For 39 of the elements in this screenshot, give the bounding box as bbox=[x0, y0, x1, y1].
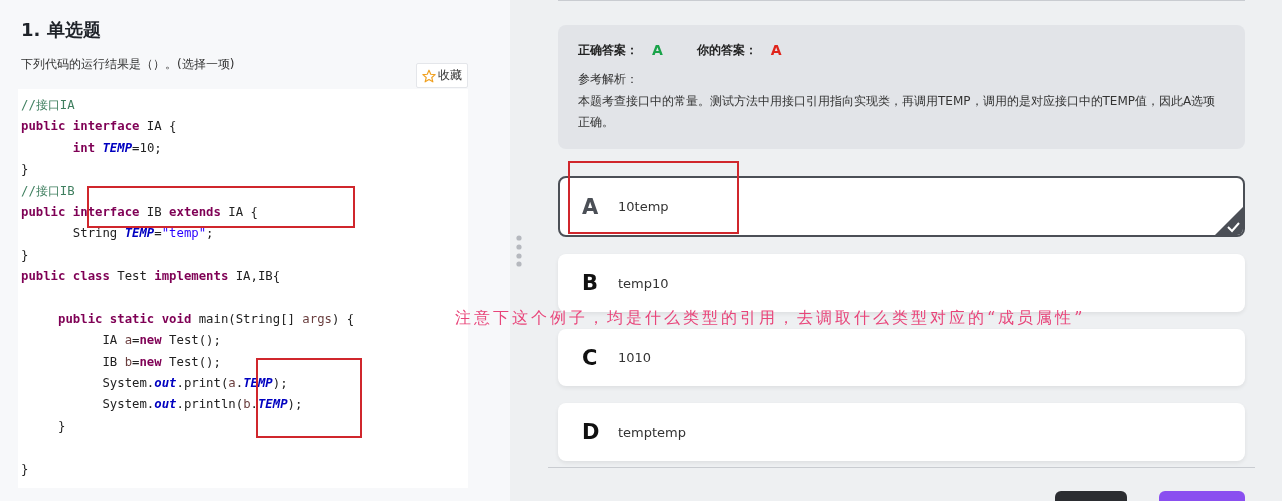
your-answer: A bbox=[770, 42, 782, 59]
code-line: } bbox=[21, 246, 29, 264]
code-line: public static void main(String[] args) { bbox=[57, 310, 355, 328]
answer-option[interactable]: C 1010 bbox=[558, 329, 1245, 387]
option-text: 1010 bbox=[618, 350, 652, 366]
answer-option[interactable]: A 10temp bbox=[558, 176, 1245, 238]
code-line: IA a=new Test(); bbox=[101, 332, 221, 350]
code-line: } bbox=[57, 417, 66, 435]
option-letter: B bbox=[582, 271, 599, 296]
code-line: public interface IA { bbox=[21, 118, 177, 136]
drag-handle-icon[interactable] bbox=[516, 234, 522, 267]
analysis-text: 本题考查接口中的常量。测试方法中用接口引用指向实现类，再调用TEMP，调用的是对应接口中的TEMP值，因此A选项正确。 bbox=[578, 93, 1217, 131]
star-icon bbox=[422, 68, 436, 83]
button[interactable] bbox=[1055, 490, 1127, 501]
code-line: String TEMP="temp"; bbox=[71, 225, 214, 243]
option-text: 10temp bbox=[618, 199, 669, 215]
code-line: //接口IA bbox=[21, 97, 75, 114]
correct-answer-label: 正确答案： bbox=[578, 42, 638, 59]
code-line: public class Test implements IA,IB{ bbox=[21, 268, 281, 286]
option-letter: D bbox=[582, 420, 601, 445]
question-prompt: 下列代码的运行结果是（）。(选择一项) bbox=[20, 56, 235, 73]
analysis-label: 参考解析： bbox=[578, 71, 639, 88]
favorite-button[interactable]: 收藏 bbox=[416, 63, 468, 88]
answer-option[interactable]: D temptemp bbox=[558, 403, 1245, 461]
code-line: System.out.println(b.TEMP); bbox=[101, 396, 303, 414]
option-letter: A bbox=[582, 194, 600, 219]
option-text: temptemp bbox=[618, 424, 687, 440]
code-line: IB b=new Test(); bbox=[101, 353, 221, 371]
question-title: 1. 单选题 bbox=[20, 18, 102, 42]
check-corner-icon bbox=[1215, 207, 1243, 236]
correct-answer: A bbox=[652, 42, 663, 59]
annotation-note: 注意下这个例子，均是什么类型的引用，去调取什么类型对应的“成员属性” bbox=[455, 310, 1086, 326]
code-line: //接口IB bbox=[21, 182, 75, 200]
your-answer-label: 你的答案： bbox=[696, 42, 757, 59]
code-line: int TEMP=10; bbox=[71, 139, 162, 157]
option-letter: C bbox=[582, 345, 599, 370]
option-text: temp10 bbox=[618, 275, 669, 291]
code-line: } bbox=[21, 161, 29, 179]
code-line: } bbox=[21, 460, 29, 478]
